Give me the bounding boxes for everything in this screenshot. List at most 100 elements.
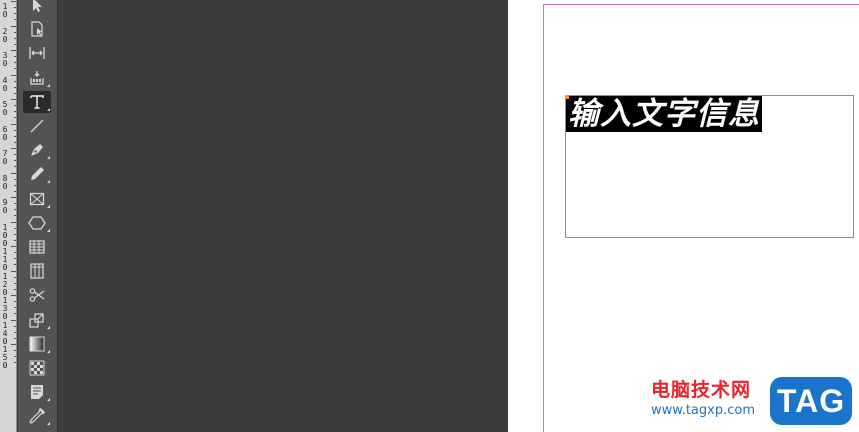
tools-panel (18, 0, 58, 432)
ruler-minor-tick (14, 135, 16, 137)
ruler-tick (11, 50, 16, 51)
content-collector-tool[interactable] (23, 67, 51, 89)
hexagon-icon (28, 216, 46, 230)
document-page[interactable]: 输入文字信息 电脑技术网 www.tagxp.com TAG (508, 0, 859, 432)
direct-selection-tool[interactable] (23, 18, 51, 40)
watermark-url: www.tagxp.com (651, 403, 755, 418)
ruler-tick (11, 197, 16, 198)
ruler-minor-tick (14, 325, 16, 327)
pencil-icon (31, 167, 44, 181)
ruler-label: 3 0 (2, 51, 8, 68)
ruler-label: 1 0 (2, 2, 8, 19)
free-transform-tool[interactable] (23, 309, 51, 331)
tool-flyout-indicator (47, 204, 50, 208)
ruler-minor-tick (14, 111, 16, 113)
type-tool[interactable] (23, 90, 51, 113)
ruler-minor-tick (14, 141, 16, 143)
ruler-minor-tick (14, 154, 16, 156)
ruler-label: 9 0 (2, 198, 8, 215)
ruler-minor-tick (14, 331, 16, 333)
frame-x-icon (29, 192, 45, 205)
ruler-tick (11, 246, 16, 247)
type-icon (30, 94, 44, 109)
ruler-minor-tick (14, 68, 16, 70)
ruler-minor-tick (14, 31, 16, 33)
ruler-minor-tick (14, 203, 16, 205)
ruler-minor-tick (14, 276, 16, 278)
ruler-minor-tick (14, 62, 16, 64)
ruler-tick (11, 123, 16, 125)
ruler-minor-tick (14, 356, 16, 358)
table-columns-tool[interactable] (23, 260, 51, 282)
ruler-tick (11, 74, 16, 76)
eyedropper-icon (29, 408, 46, 425)
table-rows-icon (29, 240, 45, 254)
ruler-minor-tick (14, 178, 16, 180)
tool-flyout-indicator (47, 398, 50, 402)
arrow-icon (33, 0, 42, 12)
ruler-tick (11, 172, 16, 174)
ruler-minor-tick (14, 105, 16, 107)
ruler-minor-tick (14, 56, 16, 58)
ruler-label: 1 0 0 (2, 222, 8, 248)
gradient-feather-tool[interactable] (23, 357, 51, 379)
gradient-icon (29, 336, 45, 352)
selection-tool[interactable] (23, 0, 51, 16)
ruler-minor-tick (14, 252, 16, 254)
watermark-tag-badge: TAG (770, 377, 852, 425)
gradient-swatch-tool[interactable] (23, 333, 51, 355)
vertical-ruler[interactable]: 1 0 2 0 3 0 4 0 5 0 6 0 7 0 8 0 9 0 1 0 01 1 01 2… (0, 0, 17, 432)
rectangle-frame-tool[interactable] (23, 188, 51, 210)
ruler-label: 1 5 0 (2, 345, 8, 370)
ruler-minor-tick (14, 362, 16, 364)
ruler-minor-tick (14, 166, 16, 168)
note-tool[interactable] (23, 381, 51, 403)
transform-icon (29, 312, 44, 328)
tool-flyout-indicator (47, 107, 50, 111)
ruler-label: 1 2 0 (2, 271, 8, 297)
tool-flyout-indicator (47, 83, 50, 87)
ruler-minor-tick (14, 288, 16, 290)
ruler-minor-tick (14, 264, 16, 266)
ruler-minor-tick (14, 301, 16, 303)
pencil-tool[interactable] (23, 163, 51, 185)
ruler-minor-tick (14, 227, 16, 229)
polygon-tool[interactable] (23, 212, 51, 234)
ruler-minor-tick (14, 184, 16, 186)
text-frame[interactable]: 输入文字信息 (565, 95, 854, 238)
pasteboard[interactable] (59, 0, 508, 432)
scissors-tool[interactable] (23, 284, 51, 306)
frame-in-port-handle[interactable] (565, 95, 569, 99)
pen-tool[interactable] (23, 139, 51, 161)
table-columns-icon (30, 263, 44, 279)
ruler-minor-tick (14, 190, 16, 192)
ruler-minor-tick (14, 350, 16, 352)
ruler-tick (11, 99, 16, 100)
ruler-minor-tick (14, 215, 16, 217)
ruler-minor-tick (14, 117, 16, 119)
ruler-tick (11, 1, 16, 2)
tool-flyout-indicator (47, 228, 50, 232)
ruler-minor-tick (14, 92, 16, 94)
ruler-minor-tick (14, 129, 16, 131)
frame-text[interactable]: 输入文字信息 (566, 96, 762, 132)
ruler-minor-tick (14, 160, 16, 162)
tool-flyout-indicator (47, 180, 50, 184)
ruler-tick (11, 295, 16, 296)
ruler-minor-tick (14, 80, 16, 82)
ruler-label: 5 0 (2, 100, 8, 117)
scissors-icon (29, 288, 45, 303)
ruler-tick (11, 25, 16, 27)
gap-icon (29, 47, 45, 60)
table-rows-tool[interactable] (23, 236, 51, 258)
ruler-minor-tick (14, 209, 16, 211)
collector-icon (30, 70, 44, 85)
gap-tool[interactable] (23, 42, 51, 64)
ruler-minor-tick (14, 43, 16, 45)
tool-flyout-indicator (47, 422, 50, 426)
eyedropper-tool[interactable] (23, 405, 51, 427)
ruler-minor-tick (14, 282, 16, 284)
page-select-icon (31, 21, 43, 37)
line-tool[interactable] (23, 115, 51, 137)
tool-flyout-indicator (47, 349, 50, 353)
